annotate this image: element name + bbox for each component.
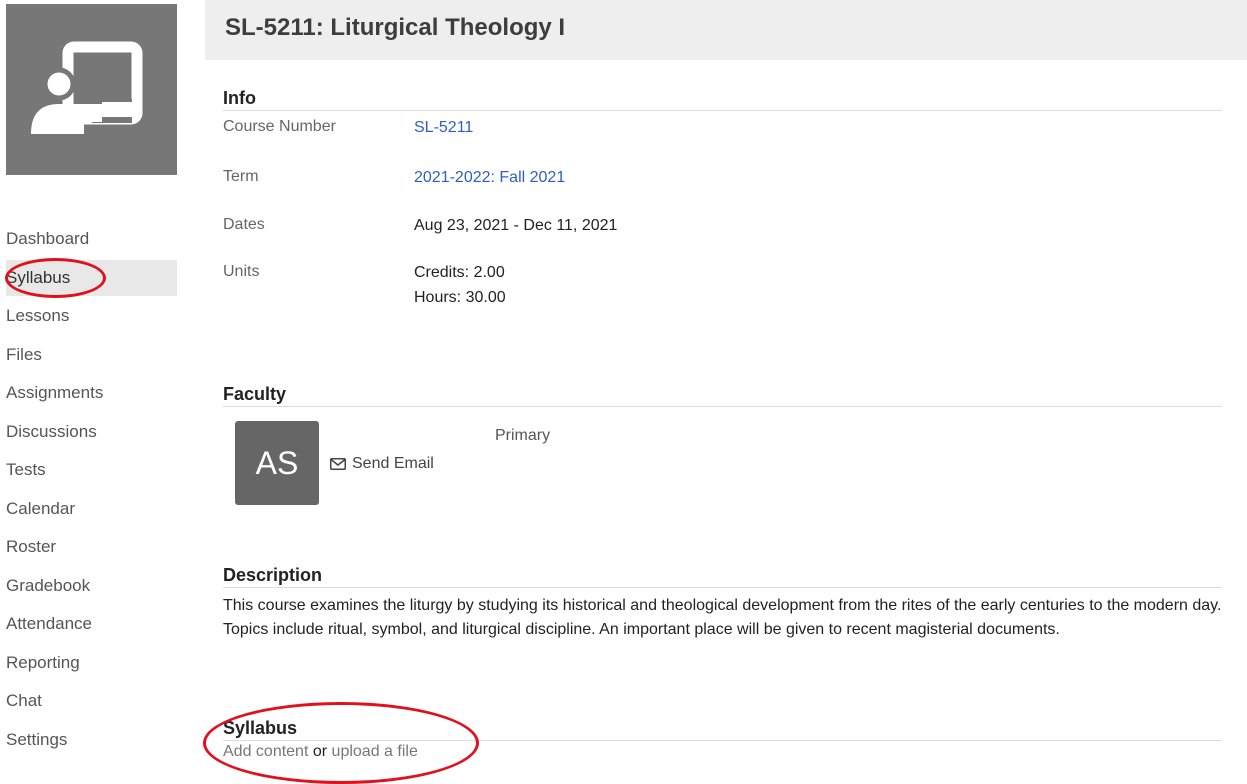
sidebar-item-lessons[interactable]: Lessons bbox=[6, 298, 177, 334]
hours-value: Hours: 30.00 bbox=[414, 289, 506, 306]
dates-label: Dates bbox=[223, 216, 265, 233]
sidebar-item-chat[interactable]: Chat bbox=[6, 683, 177, 719]
description-text: This course examines the liturgy by stud… bbox=[223, 597, 1222, 638]
sidebar-item-settings[interactable]: Settings bbox=[6, 722, 177, 758]
sidebar-item-calendar[interactable]: Calendar bbox=[6, 491, 177, 527]
description-heading: Description bbox=[223, 565, 1222, 588]
sidebar-item-gradebook[interactable]: Gradebook bbox=[6, 568, 177, 604]
course-number-label: Course Number bbox=[223, 118, 336, 135]
faculty-heading: Faculty bbox=[223, 384, 1222, 407]
sidebar-item-attendance[interactable]: Attendance bbox=[6, 606, 177, 642]
sidebar-nav: Dashboard Syllabus Lessons Files Assignm… bbox=[6, 221, 177, 760]
sidebar-item-syllabus[interactable]: Syllabus bbox=[6, 259, 177, 296]
page-title: SL-5211: Liturgical Theology I bbox=[225, 14, 566, 41]
info-heading: Info bbox=[223, 88, 1222, 111]
sidebar-item-files[interactable]: Files bbox=[6, 337, 177, 373]
credits-value: Credits: 2.00 bbox=[414, 264, 505, 281]
course-number-link[interactable]: SL-5211 bbox=[414, 115, 473, 140]
dates-value: Aug 23, 2021 - Dec 11, 2021 bbox=[414, 217, 618, 234]
term-link[interactable]: 2021-2022: Fall 2021 bbox=[414, 165, 565, 190]
envelope-icon bbox=[330, 458, 346, 470]
units-label: Units bbox=[223, 263, 260, 280]
add-content-link[interactable]: Add content bbox=[223, 743, 308, 760]
syllabus-heading: Syllabus bbox=[223, 718, 1222, 741]
upload-file-link[interactable]: upload a file bbox=[332, 743, 418, 760]
sidebar-item-dashboard[interactable]: Dashboard bbox=[6, 221, 177, 257]
sidebar-item-discussions[interactable]: Discussions bbox=[6, 414, 177, 450]
or-text: or bbox=[312, 743, 328, 760]
sidebar-item-roster[interactable]: Roster bbox=[6, 529, 177, 565]
faculty-role: Primary bbox=[495, 427, 551, 444]
title-bar: SL-5211: Liturgical Theology I bbox=[205, 0, 1247, 60]
term-label: Term bbox=[223, 168, 259, 185]
sidebar-item-tests[interactable]: Tests bbox=[6, 452, 177, 488]
faculty-avatar: AS bbox=[235, 421, 319, 505]
send-email-label: Send Email bbox=[352, 455, 434, 472]
course-image bbox=[6, 4, 177, 175]
send-email-link[interactable]: Send Email bbox=[330, 455, 434, 473]
classroom-presentation-icon bbox=[31, 41, 143, 134]
sidebar-item-assignments[interactable]: Assignments bbox=[6, 375, 177, 411]
syllabus-actions: Add content or upload a file bbox=[223, 743, 418, 761]
sidebar-item-reporting[interactable]: Reporting bbox=[6, 645, 177, 681]
